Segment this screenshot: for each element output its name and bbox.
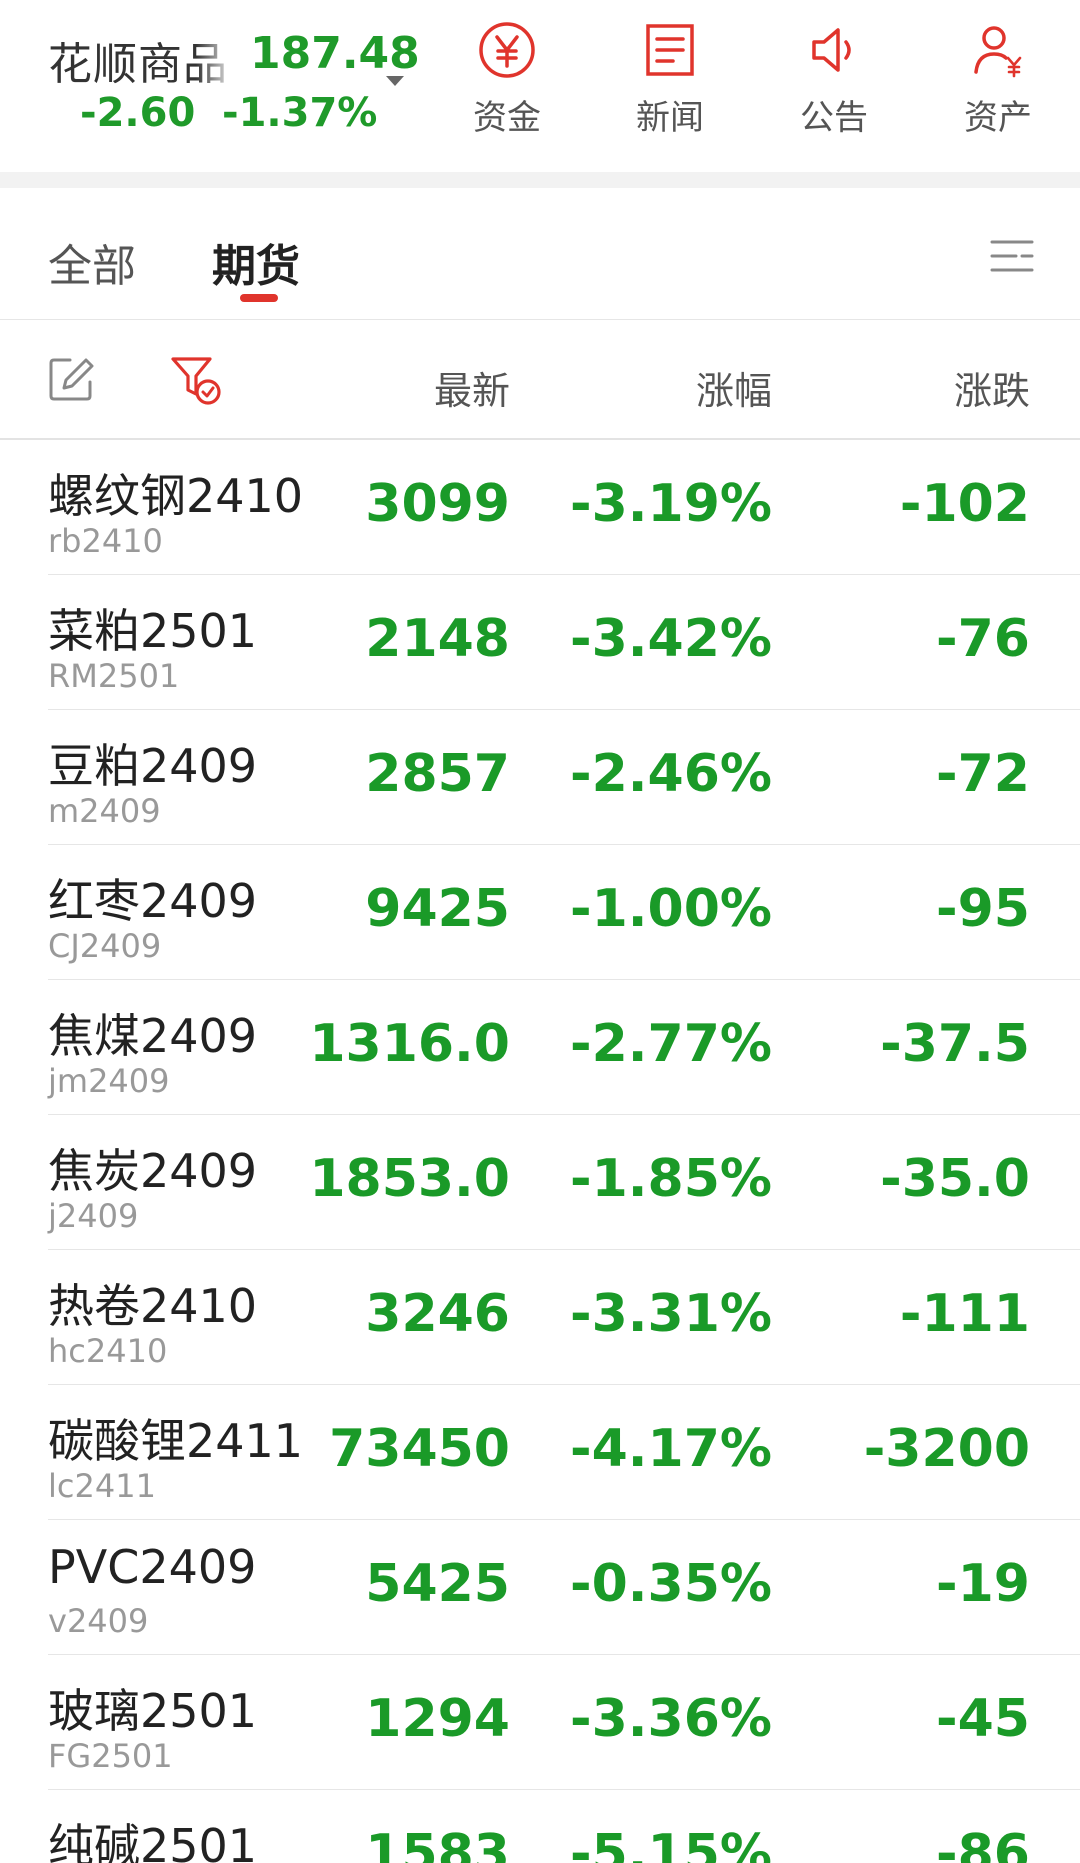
menu-icon[interactable] <box>990 234 1034 278</box>
change-pct: -1.00% <box>570 879 772 939</box>
change: -37.5 <box>880 1014 1030 1074</box>
table-row[interactable]: 豆粕2409 m2409 2857 -2.46% -72 <box>0 710 1080 845</box>
last-price: 3246 <box>365 1284 510 1344</box>
contract-name: 碳酸锂2411 <box>48 1414 304 1468</box>
contract-code: lc2411 <box>48 1467 156 1505</box>
table-row[interactable]: 焦煤2409 jm2409 1316.0 -2.77% -37.5 <box>0 980 1080 1115</box>
funds-button[interactable]: 资金 <box>447 20 567 140</box>
dropdown-caret-icon[interactable] <box>386 76 404 86</box>
contract-code: RM2501 <box>48 657 180 695</box>
contract-code: rb2410 <box>48 522 163 560</box>
contract-name: 菜粕2501 <box>48 604 258 658</box>
contract-name: 红枣2409 <box>48 874 258 928</box>
change-pct: -3.42% <box>570 609 772 669</box>
contract-code: hc2410 <box>48 1332 168 1370</box>
document-icon <box>646 24 694 76</box>
last-price: 1316.0 <box>309 1014 510 1074</box>
contract-name: 玻璃2501 <box>48 1684 258 1738</box>
change: -111 <box>899 1284 1030 1344</box>
last-price: 2857 <box>365 744 510 804</box>
change-pct: -0.35% <box>570 1554 772 1614</box>
last-price: 1853.0 <box>309 1149 510 1209</box>
tab-all[interactable]: 全部 <box>48 230 136 294</box>
change: -72 <box>936 744 1030 804</box>
table-row[interactable]: PVC2409 v2409 5425 -0.35% -19 <box>0 1520 1080 1655</box>
change: -95 <box>936 879 1030 939</box>
change: -3200 <box>863 1419 1030 1479</box>
funds-label: 资金 <box>473 98 541 138</box>
change-pct: -4.17% <box>570 1419 772 1479</box>
index-change-pct: -1.37% <box>222 90 378 136</box>
change-pct: -3.19% <box>570 474 772 534</box>
section-divider <box>0 172 1080 188</box>
change-pct: -3.36% <box>570 1689 772 1749</box>
filter-icon[interactable] <box>170 354 222 406</box>
active-tab-indicator <box>240 294 278 302</box>
tab-futures[interactable]: 期货 <box>212 230 300 294</box>
contract-name: 焦煤2409 <box>48 1009 258 1063</box>
last-price: 9425 <box>365 879 510 939</box>
contract-code: FG2501 <box>48 1737 173 1775</box>
table-row[interactable]: 螺纹钢2410 rb2410 3099 -3.19% -102 <box>0 440 1080 575</box>
contract-code: j2409 <box>48 1197 139 1235</box>
contract-code: m2409 <box>48 792 161 830</box>
contract-name: 焦炭2409 <box>48 1144 258 1198</box>
edit-icon[interactable] <box>48 356 94 402</box>
contract-code: CJ2409 <box>48 927 162 965</box>
user-asset-icon <box>974 26 1022 78</box>
table-row[interactable]: 热卷2410 hc2410 3246 -3.31% -111 <box>0 1250 1080 1385</box>
index-change: -2.60 <box>80 90 196 136</box>
table-row[interactable]: 红枣2409 CJ2409 9425 -1.00% -95 <box>0 845 1080 980</box>
announcement-button[interactable]: 公告 <box>774 20 894 140</box>
announcement-label: 公告 <box>800 98 868 138</box>
contract-name: 热卷2410 <box>48 1279 258 1333</box>
change-pct: -2.77% <box>570 1014 772 1074</box>
news-label: 新闻 <box>636 98 704 138</box>
contract-code: v2409 <box>48 1602 149 1640</box>
column-header: 最新 涨幅 涨跌 <box>0 320 1080 440</box>
last-price: 2148 <box>365 609 510 669</box>
index-name-fade <box>196 24 236 84</box>
change-pct: -2.46% <box>570 744 772 804</box>
table-row[interactable]: 菜粕2501 RM2501 2148 -3.42% -76 <box>0 575 1080 710</box>
category-tabs: 全部 期货 <box>0 188 1080 320</box>
change: -19 <box>936 1554 1030 1614</box>
contract-name: 螺纹钢2410 <box>48 469 304 523</box>
yuan-circle-icon <box>479 22 535 78</box>
change: -76 <box>936 609 1030 669</box>
contract-name: PVC2409 <box>48 1540 257 1594</box>
change-pct: -3.31% <box>570 1284 772 1344</box>
table-row[interactable]: 玻璃2501 FG2501 1294 -3.36% -45 <box>0 1655 1080 1790</box>
quote-list: 螺纹钢2410 rb2410 3099 -3.19% -102 菜粕2501 R… <box>0 440 1080 1863</box>
last-price: 5425 <box>365 1554 510 1614</box>
change-pct: -1.85% <box>570 1149 772 1209</box>
last-price: 73450 <box>329 1419 510 1479</box>
asset-button[interactable]: 资产 <box>938 20 1058 140</box>
table-row[interactable]: 焦炭2409 j2409 1853.0 -1.85% -35.0 <box>0 1115 1080 1250</box>
column-change[interactable]: 涨跌 <box>954 360 1030 415</box>
column-last-price[interactable]: 最新 <box>434 360 510 415</box>
quote-header: 花顺商品 187.48 -2.60 -1.37% 资金 新闻 公告 资产 <box>0 0 1080 172</box>
asset-label: 资产 <box>964 98 1032 138</box>
change: -45 <box>936 1689 1030 1749</box>
contract-code: jm2409 <box>48 1062 170 1100</box>
contract-name: 豆粕2409 <box>48 739 258 793</box>
change: -35.0 <box>880 1149 1030 1209</box>
index-price: 187.48 <box>250 28 420 79</box>
news-button[interactable]: 新闻 <box>610 20 730 140</box>
speaker-icon <box>812 28 851 72</box>
home-indicator <box>0 1838 1080 1863</box>
change: -102 <box>899 474 1030 534</box>
column-change-pct[interactable]: 涨幅 <box>696 360 772 415</box>
last-price: 3099 <box>365 474 510 534</box>
last-price: 1294 <box>365 1689 510 1749</box>
table-row[interactable]: 碳酸锂2411 lc2411 73450 -4.17% -3200 <box>0 1385 1080 1520</box>
